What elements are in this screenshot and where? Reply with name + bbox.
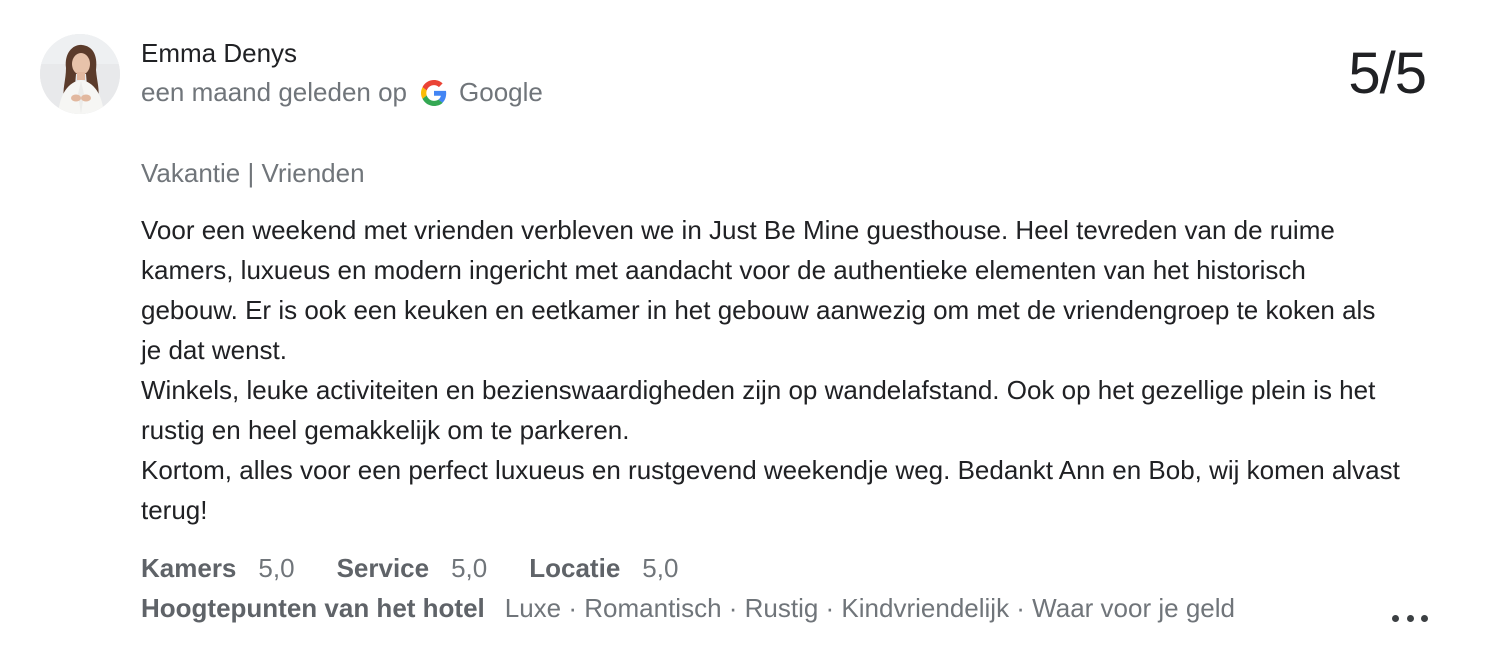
hotel-highlights: Hoogtepunten van het hotel Luxe · Romant… <box>141 593 1235 624</box>
review-text: Voor een weekend met vrienden verbleven … <box>141 210 1401 530</box>
dot <box>1421 614 1428 622</box>
trip-type: Vakantie | Vrienden <box>141 158 365 188</box>
author-name[interactable]: Emma Denys <box>141 38 297 69</box>
rating-service: Service 5,0 <box>337 553 488 584</box>
avatar[interactable] <box>40 34 120 114</box>
rating-value: 5,0 <box>258 553 295 583</box>
google-g-icon <box>421 79 447 106</box>
rating-location: Locatie 5,0 <box>529 553 678 584</box>
highlights-list: Luxe · Romantisch · Rustig · Kindvriende… <box>504 593 1235 623</box>
highlights-label: Hoogtepunten van het hotel <box>141 593 485 623</box>
rating-label: Service <box>336 553 430 583</box>
review-score: 5/5 <box>1348 41 1427 106</box>
category-ratings: Kamers 5,0 Service 5,0 Locatie 5,0 <box>141 553 720 584</box>
rating-value: 5,0 <box>451 553 488 583</box>
review-source[interactable]: Google <box>459 77 543 108</box>
more-horizontal-icon[interactable] <box>1392 606 1428 630</box>
review-meta: een maand geleden op Google <box>141 77 543 108</box>
rating-label: Locatie <box>529 553 621 583</box>
rating-value: 5,0 <box>642 553 679 583</box>
review-paragraph: Voor een weekend met vrienden verbleven … <box>141 215 1376 365</box>
rating-rooms: Kamers 5,0 <box>141 553 295 584</box>
review-paragraph: Winkels, leuke activiteiten en bezienswa… <box>141 375 1376 445</box>
rating-label: Kamers <box>141 553 237 583</box>
review-time: een maand geleden op <box>141 77 408 107</box>
avatar-photo <box>40 34 120 114</box>
review-paragraph: Kortom, alles voor een perfect luxueus e… <box>141 455 1400 525</box>
dot <box>1392 614 1399 622</box>
dot <box>1406 614 1414 622</box>
